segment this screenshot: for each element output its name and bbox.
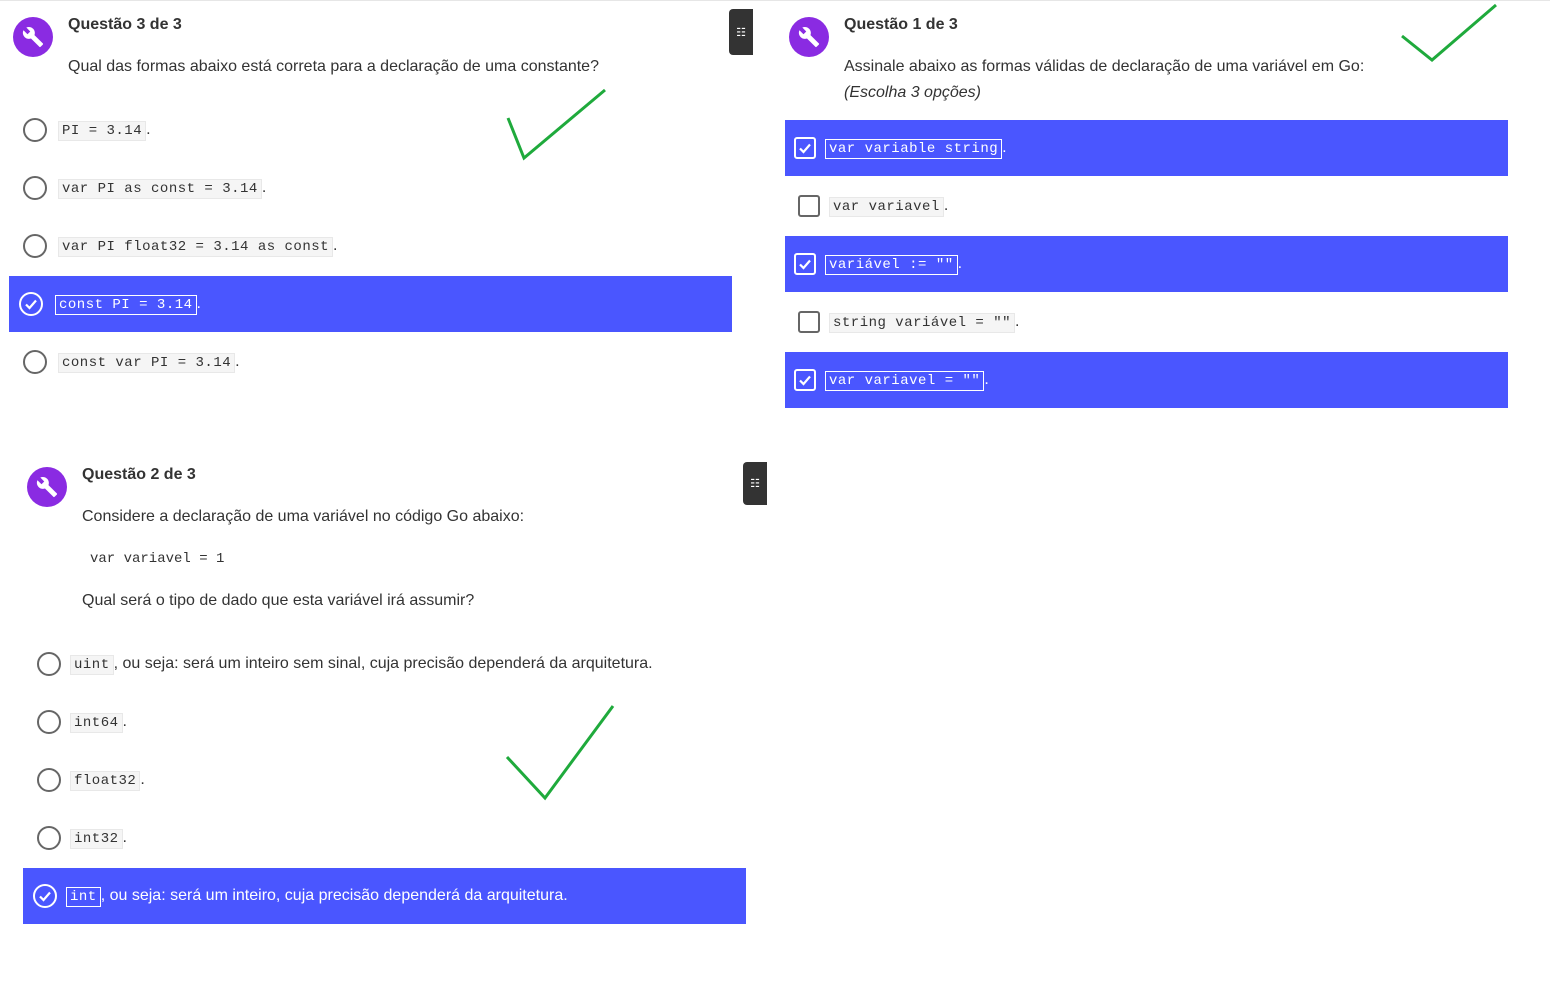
radio-button[interactable] bbox=[37, 768, 61, 792]
radio-button[interactable] bbox=[23, 350, 47, 374]
option-suffix: . bbox=[261, 179, 267, 196]
radio-button[interactable] bbox=[37, 652, 61, 676]
option-suffix: . bbox=[957, 255, 963, 272]
option-code: var PI as const = 3.14 bbox=[58, 179, 262, 199]
option-suffix: . bbox=[1015, 313, 1020, 330]
radio-button[interactable] bbox=[23, 118, 47, 142]
option-code: int bbox=[66, 887, 101, 907]
option-suffix: , ou seja: será um inteiro, cuja precisã… bbox=[100, 887, 568, 904]
option-suffix: . bbox=[122, 829, 127, 846]
option-code: PI = 3.14 bbox=[58, 121, 147, 141]
wrench-icon bbox=[789, 17, 829, 57]
option-suffix: . bbox=[1002, 139, 1007, 156]
option-suffix: . bbox=[122, 713, 127, 730]
option-code: int32 bbox=[70, 829, 123, 849]
option-code: var variavel = "" bbox=[825, 371, 985, 391]
checkbox-checked-icon[interactable] bbox=[794, 369, 816, 391]
option-suffix: . bbox=[146, 121, 151, 138]
option-suffix: . bbox=[943, 197, 949, 214]
option-code: var variable string bbox=[825, 139, 1003, 159]
radio-checked-icon[interactable] bbox=[19, 292, 43, 316]
q3-option-4-selected[interactable]: const PI = 3.14. bbox=[9, 276, 732, 332]
q1-option-2[interactable]: var variavel. bbox=[785, 178, 1508, 234]
q1-option-5-selected[interactable]: var variavel = "". bbox=[785, 352, 1508, 408]
q2-option-1[interactable]: uint, ou seja: será um inteiro sem sinal… bbox=[23, 636, 746, 692]
radio-checked-icon[interactable] bbox=[33, 884, 57, 908]
q3-option-3[interactable]: var PI float32 = 3.14 as const. bbox=[9, 218, 732, 274]
wrench-icon bbox=[13, 17, 53, 57]
option-code: const var PI = 3.14 bbox=[58, 353, 236, 373]
option-suffix: , ou seja: será um inteiro sem sinal, cu… bbox=[113, 655, 653, 672]
option-suffix: . bbox=[140, 771, 145, 788]
list-icon[interactable]: ☷ bbox=[743, 462, 767, 505]
option-suffix: . bbox=[984, 371, 989, 388]
green-checkmark-icon bbox=[1401, 3, 1497, 62]
question-1-title: Questão 1 de 3 bbox=[844, 16, 958, 33]
question-2-question: Qual será o tipo de dado que esta variáv… bbox=[82, 592, 475, 609]
option-code: var PI float32 = 3.14 as const bbox=[58, 237, 334, 257]
radio-button[interactable] bbox=[23, 234, 47, 258]
green-checkmark-icon bbox=[506, 88, 606, 161]
option-code: float32 bbox=[70, 771, 141, 791]
option-code: int64 bbox=[70, 713, 123, 733]
q1-option-1-selected[interactable]: var variable string. bbox=[785, 120, 1508, 176]
code-snippet: var variavel = 1 bbox=[90, 551, 225, 567]
q3-option-2[interactable]: var PI as const = 3.14. bbox=[9, 160, 732, 216]
q2-option-2[interactable]: int64. bbox=[23, 694, 746, 750]
option-suffix: . bbox=[333, 237, 338, 254]
q1-option-4[interactable]: string variável = "". bbox=[785, 294, 1508, 350]
wrench-icon bbox=[27, 467, 67, 507]
checkbox-checked-icon[interactable] bbox=[794, 253, 816, 275]
question-1-hint: (Escolha 3 opções) bbox=[844, 84, 981, 101]
q2-option-4[interactable]: int32. bbox=[23, 810, 746, 866]
q1-option-3-selected[interactable]: variável := "". bbox=[785, 236, 1508, 292]
checkbox[interactable] bbox=[798, 195, 820, 217]
option-code: const PI = 3.14 bbox=[55, 295, 197, 315]
question-2-prompt: Considere a declaração de uma variável n… bbox=[82, 508, 525, 525]
checkbox[interactable] bbox=[798, 311, 820, 333]
question-3-prompt: Qual das formas abaixo está correta para… bbox=[68, 58, 599, 75]
radio-button[interactable] bbox=[37, 710, 61, 734]
q2-option-5-selected[interactable]: int, ou seja: será um inteiro, cuja prec… bbox=[23, 868, 746, 924]
q2-option-3[interactable]: float32. bbox=[23, 752, 746, 808]
top-divider bbox=[0, 0, 1550, 1]
list-icon[interactable]: ☷ bbox=[729, 9, 753, 55]
option-suffix: . bbox=[235, 353, 240, 370]
question-1-prompt: Assinale abaixo as formas válidas de dec… bbox=[844, 58, 1365, 75]
q3-option-1[interactable]: PI = 3.14. bbox=[9, 102, 732, 158]
question-2-title: Questão 2 de 3 bbox=[82, 466, 196, 483]
green-checkmark-icon bbox=[505, 705, 615, 801]
question-3-title: Questão 3 de 3 bbox=[68, 16, 182, 33]
option-code: var variavel bbox=[829, 197, 944, 217]
radio-button[interactable] bbox=[23, 176, 47, 200]
q3-option-5[interactable]: const var PI = 3.14. bbox=[9, 334, 732, 390]
radio-button[interactable] bbox=[37, 826, 61, 850]
option-code: variável := "" bbox=[825, 255, 958, 275]
option-code: string variável = "" bbox=[829, 313, 1016, 333]
checkbox-checked-icon[interactable] bbox=[794, 137, 816, 159]
option-suffix: . bbox=[196, 295, 201, 312]
option-code: uint bbox=[70, 655, 114, 675]
